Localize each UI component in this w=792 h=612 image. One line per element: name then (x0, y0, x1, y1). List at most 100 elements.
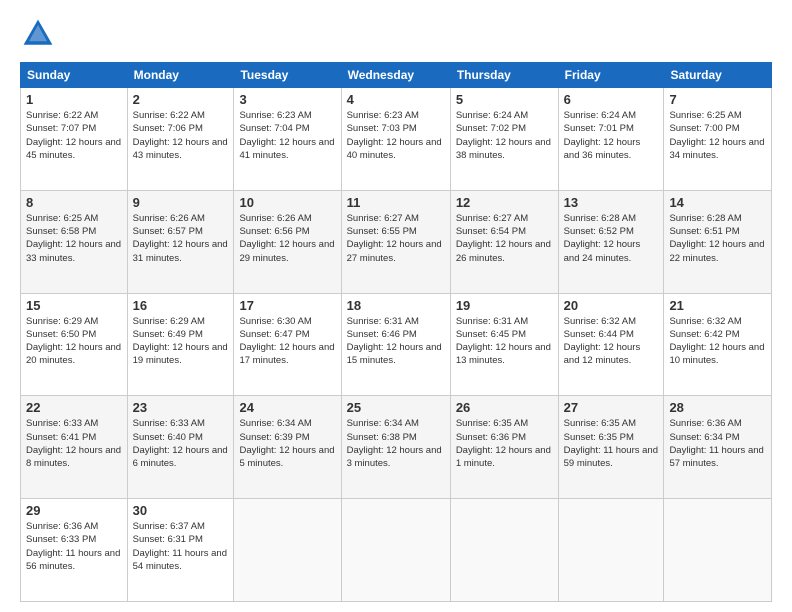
day-number: 29 (26, 503, 122, 518)
day-number: 26 (456, 400, 553, 415)
day-info: Sunrise: 6:29 AMSunset: 6:49 PMDaylight:… (133, 315, 229, 368)
empty-cell (341, 499, 450, 602)
calendar-day-12: 12Sunrise: 6:27 AMSunset: 6:54 PMDayligh… (450, 190, 558, 293)
calendar-day-26: 26 Sunrise: 6:35 AMSunset: 6:36 PMDayligh… (450, 396, 558, 499)
day-number: 10 (239, 195, 335, 210)
calendar-week-3: 15 Sunrise: 6:29 AMSunset: 6:50 PMDayligh… (21, 293, 772, 396)
day-number: 30 (133, 503, 229, 518)
day-info: Sunrise: 6:28 AMSunset: 6:52 PMDaylight:… (564, 212, 659, 265)
day-info: Sunrise: 6:31 AMSunset: 6:46 PMDaylight:… (347, 315, 445, 368)
empty-cell (450, 499, 558, 602)
calendar-table: SundayMondayTuesdayWednesdayThursdayFrid… (20, 62, 772, 602)
day-info: Sunrise: 6:36 AMSunset: 6:33 PMDaylight:… (26, 520, 122, 573)
calendar-day-28: 28 Sunrise: 6:36 AMSunset: 6:34 PMDayligh… (664, 396, 772, 499)
day-number: 3 (239, 92, 335, 107)
day-info: Sunrise: 6:23 AMSunset: 7:04 PMDaylight:… (239, 109, 335, 162)
calendar-day-14: 14 Sunrise: 6:28 AMSunset: 6:51 PMDayligh… (664, 190, 772, 293)
day-number: 28 (669, 400, 766, 415)
day-info: Sunrise: 6:32 AMSunset: 6:42 PMDaylight:… (669, 315, 766, 368)
day-info: Sunrise: 6:22 AMSunset: 7:07 PMDaylight:… (26, 109, 122, 162)
day-number: 11 (347, 195, 445, 210)
calendar-day-25: 25Sunrise: 6:34 AMSunset: 6:38 PMDayligh… (341, 396, 450, 499)
day-number: 13 (564, 195, 659, 210)
day-info: Sunrise: 6:32 AMSunset: 6:44 PMDaylight:… (564, 315, 659, 368)
day-number: 8 (26, 195, 122, 210)
calendar-day-5: 5Sunrise: 6:24 AMSunset: 7:02 PMDaylight… (450, 88, 558, 191)
day-info: Sunrise: 6:36 AMSunset: 6:34 PMDaylight:… (669, 417, 766, 470)
calendar-day-22: 22 Sunrise: 6:33 AMSunset: 6:41 PMDayligh… (21, 396, 128, 499)
calendar-week-4: 22 Sunrise: 6:33 AMSunset: 6:41 PMDayligh… (21, 396, 772, 499)
day-number: 6 (564, 92, 659, 107)
empty-cell (234, 499, 341, 602)
day-info: Sunrise: 6:33 AMSunset: 6:41 PMDaylight:… (26, 417, 122, 470)
day-info: Sunrise: 6:27 AMSunset: 6:55 PMDaylight:… (347, 212, 445, 265)
weekday-header-friday: Friday (558, 63, 664, 88)
calendar-day-15: 15 Sunrise: 6:29 AMSunset: 6:50 PMDayligh… (21, 293, 128, 396)
calendar-week-1: 1 Sunrise: 6:22 AMSunset: 7:07 PMDaylight… (21, 88, 772, 191)
empty-cell (664, 499, 772, 602)
calendar-day-18: 18 Sunrise: 6:31 AMSunset: 6:46 PMDayligh… (341, 293, 450, 396)
day-number: 4 (347, 92, 445, 107)
day-info: Sunrise: 6:25 AMSunset: 7:00 PMDaylight:… (669, 109, 766, 162)
empty-cell (558, 499, 664, 602)
day-info: Sunrise: 6:35 AMSunset: 6:35 PMDaylight:… (564, 417, 659, 470)
calendar-day-29: 29 Sunrise: 6:36 AMSunset: 6:33 PMDayligh… (21, 499, 128, 602)
day-info: Sunrise: 6:34 AMSunset: 6:39 PMDaylight:… (239, 417, 335, 470)
calendar-week-2: 8 Sunrise: 6:25 AMSunset: 6:58 PMDaylight… (21, 190, 772, 293)
day-info: Sunrise: 6:26 AMSunset: 6:56 PMDaylight:… (239, 212, 335, 265)
weekday-header-wednesday: Wednesday (341, 63, 450, 88)
day-number: 22 (26, 400, 122, 415)
day-info: Sunrise: 6:37 AMSunset: 6:31 PMDaylight:… (133, 520, 229, 573)
day-number: 25 (347, 400, 445, 415)
calendar-day-7: 7 Sunrise: 6:25 AMSunset: 7:00 PMDaylight… (664, 88, 772, 191)
calendar-day-17: 17 Sunrise: 6:30 AMSunset: 6:47 PMDayligh… (234, 293, 341, 396)
calendar-day-9: 9Sunrise: 6:26 AMSunset: 6:57 PMDaylight… (127, 190, 234, 293)
day-info: Sunrise: 6:24 AMSunset: 7:02 PMDaylight:… (456, 109, 553, 162)
weekday-header-saturday: Saturday (664, 63, 772, 88)
day-number: 15 (26, 298, 122, 313)
weekday-header-row: SundayMondayTuesdayWednesdayThursdayFrid… (21, 63, 772, 88)
weekday-header-tuesday: Tuesday (234, 63, 341, 88)
day-number: 27 (564, 400, 659, 415)
calendar-day-10: 10 Sunrise: 6:26 AMSunset: 6:56 PMDayligh… (234, 190, 341, 293)
calendar-day-2: 2 Sunrise: 6:22 AMSunset: 7:06 PMDaylight… (127, 88, 234, 191)
calendar-day-1: 1 Sunrise: 6:22 AMSunset: 7:07 PMDaylight… (21, 88, 128, 191)
day-info: Sunrise: 6:28 AMSunset: 6:51 PMDaylight:… (669, 212, 766, 265)
day-info: Sunrise: 6:31 AMSunset: 6:45 PMDaylight:… (456, 315, 553, 368)
calendar-day-4: 4 Sunrise: 6:23 AMSunset: 7:03 PMDaylight… (341, 88, 450, 191)
day-number: 14 (669, 195, 766, 210)
day-number: 1 (26, 92, 122, 107)
day-number: 12 (456, 195, 553, 210)
weekday-header-monday: Monday (127, 63, 234, 88)
day-info: Sunrise: 6:35 AMSunset: 6:36 PMDaylight:… (456, 417, 553, 470)
day-info: Sunrise: 6:26 AMSunset: 6:57 PMDaylight:… (133, 212, 229, 265)
calendar-day-3: 3 Sunrise: 6:23 AMSunset: 7:04 PMDaylight… (234, 88, 341, 191)
day-number: 21 (669, 298, 766, 313)
day-info: Sunrise: 6:25 AMSunset: 6:58 PMDaylight:… (26, 212, 122, 265)
calendar-day-24: 24 Sunrise: 6:34 AMSunset: 6:39 PMDayligh… (234, 396, 341, 499)
calendar-week-5: 29 Sunrise: 6:36 AMSunset: 6:33 PMDayligh… (21, 499, 772, 602)
page: SundayMondayTuesdayWednesdayThursdayFrid… (0, 0, 792, 612)
day-number: 23 (133, 400, 229, 415)
day-info: Sunrise: 6:22 AMSunset: 7:06 PMDaylight:… (133, 109, 229, 162)
day-info: Sunrise: 6:30 AMSunset: 6:47 PMDaylight:… (239, 315, 335, 368)
day-info: Sunrise: 6:29 AMSunset: 6:50 PMDaylight:… (26, 315, 122, 368)
day-number: 17 (239, 298, 335, 313)
day-number: 7 (669, 92, 766, 107)
calendar-day-16: 16 Sunrise: 6:29 AMSunset: 6:49 PMDayligh… (127, 293, 234, 396)
weekday-header-sunday: Sunday (21, 63, 128, 88)
calendar-day-27: 27 Sunrise: 6:35 AMSunset: 6:35 PMDayligh… (558, 396, 664, 499)
day-info: Sunrise: 6:23 AMSunset: 7:03 PMDaylight:… (347, 109, 445, 162)
day-number: 18 (347, 298, 445, 313)
day-number: 20 (564, 298, 659, 313)
weekday-header-thursday: Thursday (450, 63, 558, 88)
day-number: 19 (456, 298, 553, 313)
day-number: 16 (133, 298, 229, 313)
day-info: Sunrise: 6:24 AMSunset: 7:01 PMDaylight:… (564, 109, 659, 162)
header (20, 16, 772, 52)
calendar-day-19: 19 Sunrise: 6:31 AMSunset: 6:45 PMDayligh… (450, 293, 558, 396)
calendar-day-11: 11 Sunrise: 6:27 AMSunset: 6:55 PMDayligh… (341, 190, 450, 293)
day-number: 24 (239, 400, 335, 415)
calendar-day-20: 20 Sunrise: 6:32 AMSunset: 6:44 PMDayligh… (558, 293, 664, 396)
day-number: 2 (133, 92, 229, 107)
